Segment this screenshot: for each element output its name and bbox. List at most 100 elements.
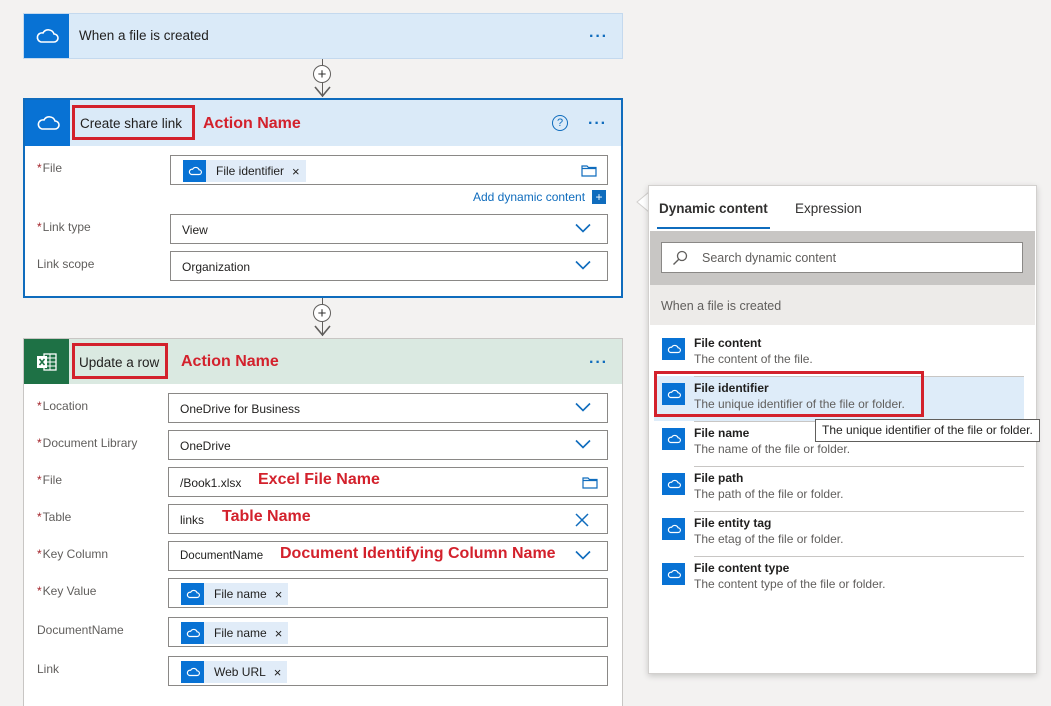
folder-icon[interactable] [581, 164, 597, 177]
item-separator [694, 511, 1024, 512]
token-label: File name [214, 626, 267, 640]
item-title: File content [694, 336, 762, 350]
active-tab-underline [657, 227, 770, 229]
document-library-field[interactable]: OneDrive [168, 430, 608, 460]
token-label: Web URL [214, 665, 266, 679]
onedrive-icon [662, 428, 685, 450]
item-description: The content of the file. [694, 352, 813, 366]
trigger-menu-button[interactable]: ··· [589, 29, 608, 45]
dynamic-item-file-entity-tag[interactable]: File entity tag The etag of the file or f… [654, 511, 1024, 556]
table-label: *Table [37, 510, 72, 524]
location-value: OneDrive for Business [180, 402, 301, 416]
add-step-button[interactable]: + [313, 304, 331, 322]
item-tooltip: The unique identifier of the file or fol… [815, 419, 1040, 442]
location-label: *Location [37, 399, 89, 413]
item-title: File content type [694, 561, 790, 575]
chevron-down-icon [575, 260, 591, 270]
link-scope-select[interactable]: Organization [170, 251, 608, 281]
chevron-down-icon [575, 550, 591, 560]
dynamic-item-file-content-type[interactable]: File content type The content type of the… [654, 556, 1024, 601]
trigger-card[interactable]: When a file is created ··· [23, 13, 623, 59]
item-separator [694, 466, 1024, 467]
document-library-label: *Document Library [37, 436, 138, 450]
dynamic-item-file-path[interactable]: File path The path of the file or folder. [654, 466, 1024, 511]
search-input[interactable]: Search dynamic content [661, 242, 1023, 273]
help-icon[interactable]: ? [552, 115, 568, 131]
link-type-select[interactable]: View [170, 214, 608, 244]
key-value-label: *Key Value [37, 584, 97, 598]
arrow-down-icon [314, 325, 331, 337]
remove-token-icon[interactable]: × [275, 587, 283, 602]
action-name-annotation: Action Name [203, 115, 301, 132]
onedrive-icon [662, 518, 685, 540]
file-identifier-token[interactable]: File identifier × [183, 160, 306, 182]
file-name-token[interactable]: File name × [181, 622, 289, 644]
file-field[interactable]: File identifier × [170, 155, 608, 185]
action-name-highlight [72, 343, 168, 379]
file-annotation: Excel File Name [258, 471, 380, 488]
arrow-down-icon [314, 86, 331, 98]
documentname-field[interactable]: File name × [168, 617, 608, 647]
table-annotation: Table Name [222, 508, 311, 525]
add-step-button[interactable]: + [313, 65, 331, 83]
link-field[interactable]: Web URL × [168, 656, 608, 686]
search-placeholder: Search dynamic content [702, 251, 837, 265]
item-description: The content type of the file or folder. [694, 577, 886, 591]
token-label: File identifier [216, 164, 285, 178]
link-scope-label: Link scope [37, 257, 95, 271]
link-scope-value: Organization [182, 260, 251, 274]
add-dynamic-content-link[interactable]: Add dynamic content [473, 190, 585, 204]
onedrive-icon [25, 100, 70, 146]
item-separator [694, 556, 1024, 557]
action-name-highlight [72, 105, 195, 140]
remove-token-icon[interactable]: × [275, 626, 283, 641]
key-column-value: DocumentName [180, 550, 264, 562]
excel-icon [24, 339, 69, 384]
item-title: File name [694, 426, 750, 440]
key-column-annotation: Document Identifying Column Name [280, 545, 556, 562]
file-name-token[interactable]: File name × [181, 583, 289, 605]
trigger-title: When a file is created [79, 28, 209, 43]
chevron-down-icon [575, 439, 591, 449]
chevron-down-icon [575, 223, 591, 233]
file-identifier-highlight [654, 371, 924, 417]
link-type-label: *Link type [37, 220, 91, 234]
location-field[interactable]: OneDrive for Business [168, 393, 608, 423]
folder-icon[interactable] [582, 476, 598, 489]
item-title: File path [694, 471, 744, 485]
file-value: /Book1.xlsx [180, 476, 242, 490]
remove-token-icon[interactable]: × [274, 665, 282, 680]
section-header: When a file is created [650, 285, 1035, 325]
onedrive-icon [181, 622, 204, 644]
add-dynamic-content-icon[interactable]: + [592, 190, 606, 204]
onedrive-icon [24, 14, 69, 58]
item-description: The name of the file or folder. [694, 442, 851, 456]
onedrive-icon [662, 338, 685, 360]
action-menu-button[interactable]: ··· [589, 355, 608, 371]
clear-icon[interactable] [575, 513, 589, 527]
action-menu-button[interactable]: ··· [588, 116, 607, 132]
file-label: *File [37, 473, 63, 487]
onedrive-icon [662, 473, 685, 495]
documentname-label: DocumentName [37, 623, 124, 637]
action-name-annotation: Action Name [181, 353, 279, 370]
item-title: File entity tag [694, 516, 772, 530]
item-description: The etag of the file or folder. [694, 532, 844, 546]
tab-expression[interactable]: Expression [795, 201, 862, 216]
link-type-value: View [182, 223, 208, 237]
tab-dynamic-content[interactable]: Dynamic content [659, 201, 768, 216]
remove-token-icon[interactable]: × [292, 164, 300, 179]
onedrive-icon [662, 563, 685, 585]
key-column-label: *Key Column [37, 547, 109, 561]
dynamic-item-file-content[interactable]: File content The content of the file. [654, 331, 1024, 376]
onedrive-icon [183, 160, 206, 182]
file-label: *File [37, 161, 63, 175]
document-library-value: OneDrive [180, 439, 231, 453]
token-label: File name [214, 587, 267, 601]
web-url-token[interactable]: Web URL × [181, 661, 288, 683]
file-field[interactable]: /Book1.xlsx [168, 467, 608, 497]
onedrive-icon [181, 583, 204, 605]
onedrive-icon [181, 661, 204, 683]
item-description: The path of the file or folder. [694, 487, 844, 501]
key-value-field[interactable]: File name × [168, 578, 608, 608]
